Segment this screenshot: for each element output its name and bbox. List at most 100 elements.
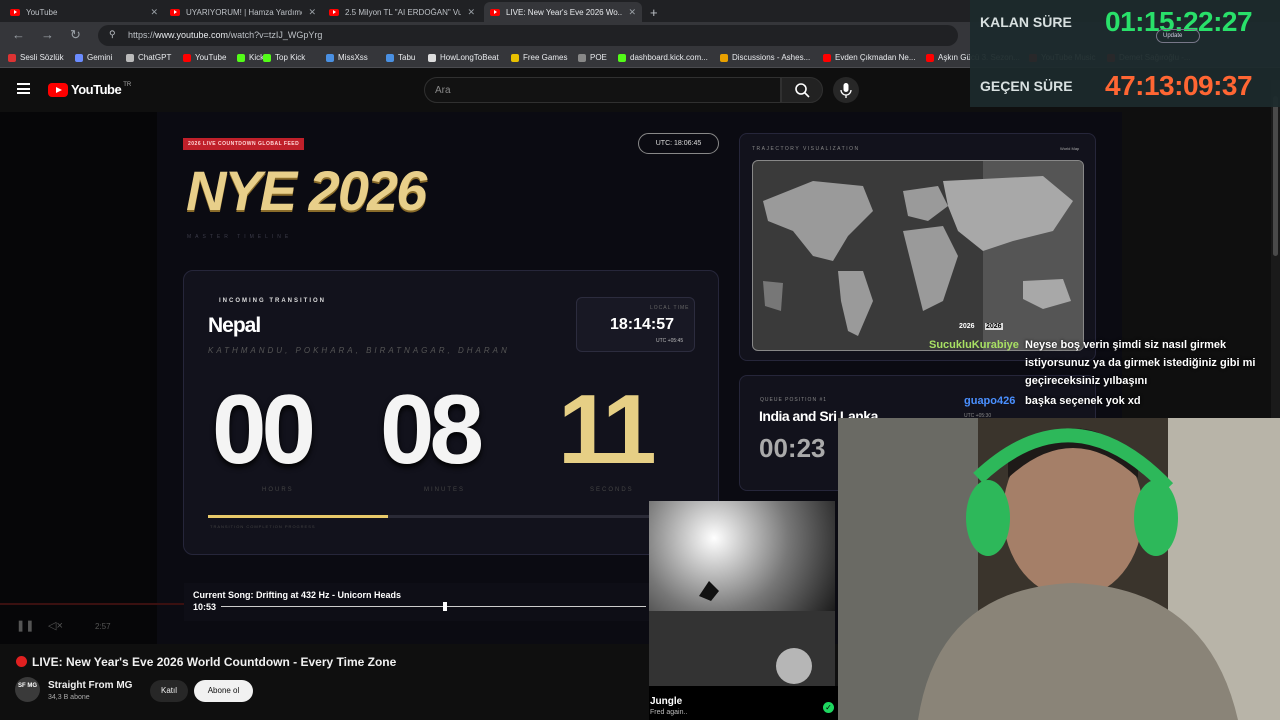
tab-label: LIVE: New Year's Eve 2026 Wo... — [506, 7, 623, 17]
bookmark-favicon-icon — [578, 53, 586, 62]
youtube-icon — [329, 8, 339, 16]
bookmark-item[interactable]: HowLongToBeat — [428, 53, 499, 62]
song-progress-thumb — [443, 602, 447, 611]
site-info-icon[interactable]: ⚲ — [109, 29, 116, 40]
join-button[interactable]: Katıl — [150, 680, 188, 702]
bookmark-label: HowLongToBeat — [440, 53, 499, 62]
world-map-label: World Map — [1060, 146, 1080, 151]
new-tab-button[interactable]: + — [644, 2, 664, 22]
chat-message: Neyse boş verin şimdi siz nasıl girmek i… — [1025, 336, 1275, 390]
current-song: Current Song: Drifting at 432 Hz - Unico… — [193, 590, 402, 600]
bookmark-label: Discussions - Ashes... — [732, 53, 811, 62]
hours-label: HOURS — [262, 487, 294, 493]
chat-line: başka seçenek yok xd — [1025, 395, 1141, 407]
world-map: 2026 2026 — [752, 160, 1084, 351]
bookmark-item[interactable]: POE — [578, 53, 607, 62]
pause-icon[interactable]: ❚❚ — [16, 619, 34, 632]
bookmark-label: Evden Çıkmadan Ne... — [835, 53, 916, 62]
scrollbar-thumb[interactable] — [1273, 96, 1278, 256]
bookmark-label: Kick — [249, 53, 265, 62]
bookmark-label: MissXss — [338, 53, 368, 62]
chat-message: başka seçenek yok xd — [1025, 392, 1141, 410]
remaining-label: KALAN SÜRE — [980, 14, 1072, 30]
bookmark-favicon-icon — [75, 53, 83, 62]
video-title-text: LIVE: New Year's Eve 2026 World Countdow… — [32, 655, 397, 669]
url-field[interactable]: ⚲ https://www.youtube.com/watch?v=tzIJ_W… — [98, 25, 958, 46]
bookmark-favicon-icon — [618, 53, 626, 62]
search-button[interactable] — [781, 77, 823, 103]
bookmark-item[interactable]: Free Games — [511, 53, 567, 62]
browser-tab-active[interactable]: LIVE: New Year's Eve 2026 Wo... ✕ — [484, 2, 642, 22]
update-button[interactable]: Update — [1156, 29, 1200, 43]
browser-tab[interactable]: 2.5 Milyon TL "AI ERDOĞAN" Vu... ✕ — [323, 2, 481, 22]
browser-tab[interactable]: UYARIYORUM! | Hamza Yardımcı... ✕ — [164, 2, 322, 22]
forward-icon[interactable]: → — [41, 27, 54, 42]
check-icon: ✓ — [823, 702, 834, 713]
bookmark-item[interactable]: dashboard.kick.com... — [618, 53, 708, 62]
bookmark-item[interactable]: Discussions - Ashes... — [720, 53, 810, 62]
local-time-label: LOCAL TIME — [650, 305, 690, 311]
bookmark-item[interactable]: Gemini — [75, 53, 112, 62]
year-label: 2026 — [959, 323, 975, 330]
voice-search-button[interactable] — [833, 77, 859, 103]
volume-icon[interactable]: ◁× — [48, 619, 63, 632]
youtube-icon — [170, 8, 180, 16]
video-title: LIVE: New Year's Eve 2026 World Countdow… — [16, 655, 396, 669]
channel-name[interactable]: Straight From MG — [48, 680, 132, 691]
stream-title: NYE 2026 — [186, 159, 427, 222]
webcam-feed — [838, 418, 1280, 720]
reload-icon[interactable]: ↻ — [70, 27, 81, 43]
avatar[interactable]: SF MG — [15, 677, 40, 702]
youtube-play-icon — [48, 82, 68, 97]
chat-username: guapo426 — [964, 395, 1016, 407]
tab-label: UYARIYORUM! | Hamza Yardımcı... — [186, 7, 303, 17]
bookmark-item[interactable]: ChatGPT — [126, 53, 171, 62]
year-label-active: 2026 — [985, 323, 1003, 330]
minutes-label: MINUTES — [424, 487, 465, 493]
youtube-logo[interactable]: YouTube TR — [48, 82, 131, 97]
bookmark-favicon-icon — [511, 53, 519, 62]
bookmark-label: ChatGPT — [138, 53, 172, 62]
bookmark-item[interactable]: Sesli Sözlük — [8, 53, 64, 62]
bookmark-item[interactable]: Tabu — [386, 53, 415, 62]
search-input[interactable]: Ara — [424, 77, 781, 103]
bookmark-favicon-icon — [926, 53, 934, 62]
close-icon[interactable]: ✕ — [628, 7, 636, 18]
bookmark-item[interactable]: YouTube — [183, 53, 226, 62]
seconds-label: SECONDS — [590, 487, 634, 493]
close-icon[interactable]: ✕ — [308, 7, 316, 18]
url-host: www.youtube.com — [155, 30, 229, 40]
bookmark-item[interactable]: Kick — [237, 53, 264, 62]
song-progress-track — [221, 606, 646, 607]
chat-line: Neyse boş verin şimdi siz nasıl girmek — [1025, 339, 1227, 351]
incoming-label: INCOMING TRANSITION — [219, 298, 326, 304]
queue-label: QUEUE POSITION #1 — [760, 397, 828, 403]
bookmark-favicon-icon — [126, 53, 134, 62]
chat-line: istiyorsunuz ya da girmek istediğiniz gi… — [1025, 357, 1256, 369]
bookmark-favicon-icon — [237, 53, 245, 62]
webcam-image — [838, 418, 1280, 720]
browser-tab[interactable]: YouTube ✕ — [4, 2, 164, 22]
back-icon[interactable]: ← — [12, 27, 25, 42]
menu-icon[interactable] — [17, 83, 30, 94]
bookmark-item[interactable]: Evden Çıkmadan Ne... — [823, 53, 915, 62]
bookmark-label: POE — [590, 53, 607, 62]
tab-label: YouTube — [26, 7, 58, 17]
subscribe-button[interactable]: Abone ol — [194, 680, 253, 702]
youtube-icon — [490, 8, 500, 16]
close-icon[interactable]: ✕ — [467, 7, 475, 18]
countdown-hours: 00 — [212, 374, 316, 484]
search-icon — [795, 83, 810, 98]
elapsed-label: GEÇEN SÜRE — [980, 78, 1073, 94]
countdown-seconds: 11 — [558, 374, 657, 484]
bookmark-item[interactable]: MissXss — [326, 53, 368, 62]
bookmark-item[interactable]: Top Kick — [263, 53, 305, 62]
bookmark-favicon-icon — [720, 53, 728, 62]
bookmark-favicon-icon — [183, 53, 191, 62]
player-progress-bar[interactable] — [0, 603, 184, 605]
bookmark-label: Tabu — [398, 53, 416, 62]
bookmark-favicon-icon — [428, 53, 436, 62]
close-icon[interactable]: ✕ — [150, 7, 158, 18]
world-map-graphic — [763, 161, 1083, 350]
bookmark-favicon-icon — [386, 53, 394, 62]
